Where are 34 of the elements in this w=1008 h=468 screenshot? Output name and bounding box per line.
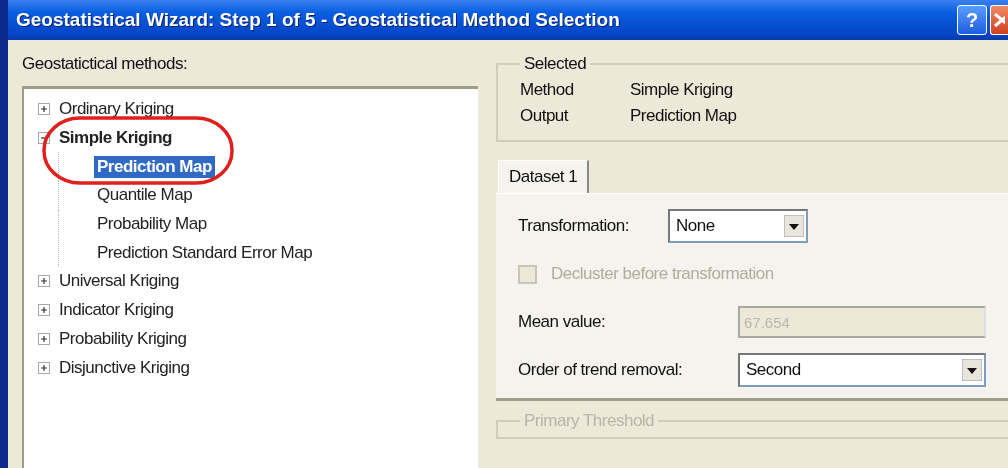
tree-item[interactable]: Probability Kriging bbox=[56, 327, 190, 350]
group-title: Selected bbox=[523, 54, 588, 74]
tree-item[interactable]: Prediction Standard Error Map bbox=[94, 241, 316, 264]
methods-label: Geostatictical methods: bbox=[22, 54, 189, 74]
window-title: Geostatistical Wizard: Step 1 of 5 - Geostatistical Method Selection bbox=[16, 9, 620, 31]
expand-icon[interactable] bbox=[38, 332, 50, 345]
field-label: Mean value: bbox=[518, 312, 606, 332]
tree-item[interactable]: Simple Kriging bbox=[56, 127, 175, 150]
close-icon bbox=[991, 12, 1005, 28]
checkbox-label: Decluster before transformation bbox=[551, 264, 774, 284]
help-button[interactable]: ? bbox=[957, 5, 987, 35]
tree-item[interactable]: Indicator Kriging bbox=[56, 299, 177, 322]
tree-item[interactable]: Disjunctive Kriging bbox=[56, 356, 193, 379]
summary-value: Prediction Map bbox=[630, 106, 738, 126]
summary-label: Output bbox=[520, 106, 570, 126]
dropdown-field[interactable]: Second bbox=[738, 353, 986, 387]
tree-item[interactable]: Ordinary Kriging bbox=[56, 98, 177, 121]
tree-item[interactable]: Universal Kriging bbox=[56, 270, 182, 293]
tree-item[interactable]: Probability Map bbox=[94, 213, 210, 236]
expand-icon[interactable] bbox=[38, 361, 50, 374]
dropdown-arrow-icon bbox=[784, 215, 804, 237]
summary-label: Method bbox=[520, 80, 575, 100]
summary-value: Simple Kriging bbox=[630, 80, 734, 100]
tree-item[interactable]: Prediction Map bbox=[94, 155, 215, 178]
expand-icon[interactable] bbox=[38, 275, 50, 288]
expand-icon[interactable] bbox=[38, 304, 50, 317]
dropdown-arrow-icon bbox=[962, 359, 982, 381]
field-label: Order of trend removal: bbox=[518, 360, 683, 380]
dropdown-field[interactable]: None bbox=[668, 209, 808, 243]
tree-item[interactable]: Quantile Map bbox=[94, 184, 196, 207]
dataset-tab[interactable]: Dataset 1 bbox=[498, 160, 590, 193]
expand-icon[interactable] bbox=[38, 103, 50, 116]
close-button[interactable] bbox=[990, 5, 1008, 35]
field-label: Transformation: bbox=[518, 216, 629, 236]
